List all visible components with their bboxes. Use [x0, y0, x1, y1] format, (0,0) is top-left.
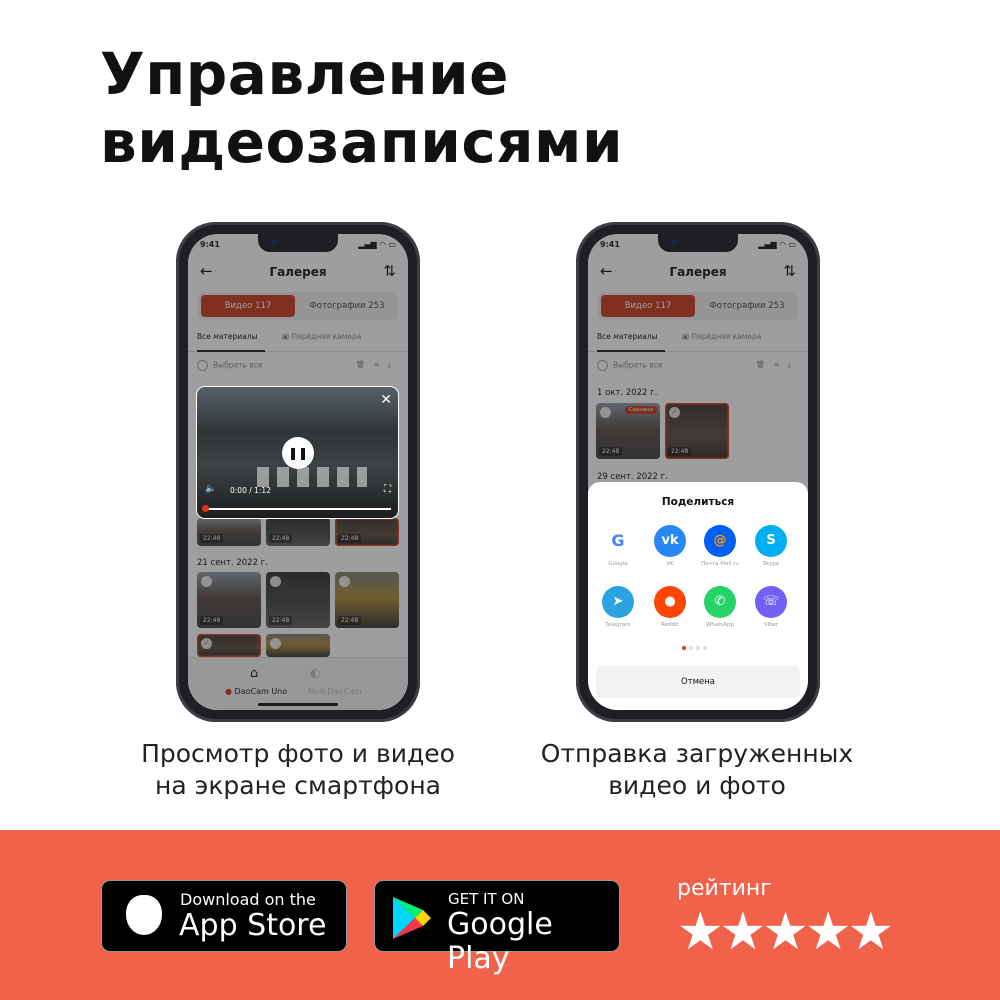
share-app-label: Reddit — [661, 622, 679, 628]
share-app-label: Google — [608, 561, 628, 567]
gallery-screen: 9:41 ▂▄▆ ◠ ▭ ← Галерея ⇅ Видео 117 Фотогр… — [188, 234, 408, 710]
progress-handle[interactable] — [202, 505, 209, 512]
playback-time: 0:00 / 1:12 — [230, 486, 271, 495]
phone-right: 9:41 ▂▄▆ ◠ ▭ ← Галерея ⇅ Видео 117 Фотогр… — [576, 222, 820, 722]
share-telegram-icon[interactable]: ➤ — [602, 586, 634, 618]
fullscreen-icon[interactable]: ⛶ — [384, 484, 391, 495]
share-app-label: VK — [666, 561, 674, 567]
share-app-label: Viber — [763, 622, 779, 628]
video-player[interactable]: ✕ ❚❚ 🔈 0:00 / 1:12 ⛶ — [197, 387, 398, 518]
share-viber-icon[interactable]: ☏ — [755, 586, 787, 618]
share-app-label: Telegram — [605, 622, 631, 628]
share-title: Поделиться — [661, 496, 735, 508]
caption-left: Просмотр фото и видео на экране смартфона — [141, 739, 455, 800]
caption-right: Отправка загруженных видео и фото — [540, 739, 854, 800]
share-app-label: Почта Mail.ru — [701, 561, 739, 567]
cancel-button[interactable]: Отмена — [596, 666, 800, 698]
phone-left: 9:41 ▂▄▆ ◠ ▭ ← Галерея ⇅ Видео 117 Фотогр… — [176, 222, 420, 722]
share-mailru-icon[interactable]: @ — [704, 525, 736, 557]
share-skype-icon[interactable]: S — [755, 525, 787, 557]
progress-bar[interactable] — [204, 508, 391, 510]
share-app-label: WhatsApp — [705, 622, 735, 628]
share-screen: 9:41 ▂▄▆ ◠ ▭ ← Галерея ⇅ Видео 117 Фотогр… — [588, 234, 808, 710]
google-play-badge[interactable]: GET IT ON Google Play — [374, 880, 620, 976]
share-app-label: Skype — [762, 561, 780, 567]
share-google-icon[interactable]: G — [602, 525, 634, 557]
page-dots — [682, 646, 707, 650]
share-sheet: Поделиться G Google vk VK @ Почта Mail.ru S Sky… — [588, 482, 808, 710]
headline: Управление видеозаписями — [100, 40, 624, 176]
close-icon[interactable]: ✕ — [380, 392, 392, 408]
pause-icon[interactable]: ❚❚ — [282, 437, 314, 469]
volume-icon[interactable]: 🔈 — [205, 484, 216, 494]
rating-stars: ★★★★★ — [677, 902, 894, 962]
rating-label: рейтинг — [677, 876, 772, 901]
share-vk-icon[interactable]: vk — [654, 525, 686, 557]
share-whatsapp-icon[interactable]: ✆ — [704, 586, 736, 618]
share-reddit-icon[interactable]: ● — [654, 586, 686, 618]
google-play-icon — [393, 897, 431, 939]
app-store-badge[interactable]: Download on the App Store — [101, 880, 347, 952]
